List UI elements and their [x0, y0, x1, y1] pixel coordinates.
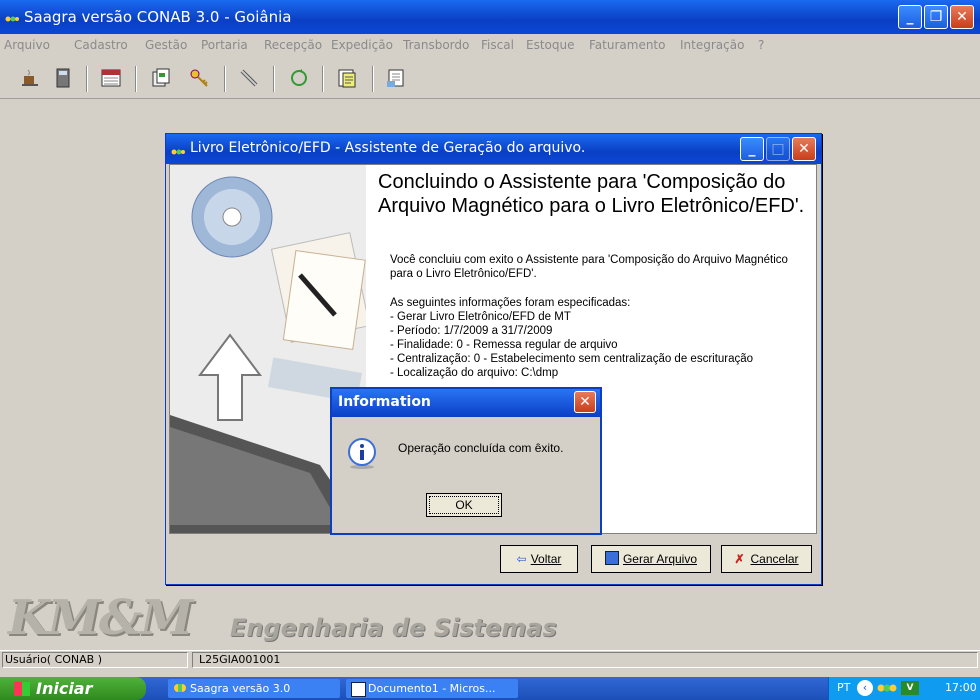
window-title: Saagra versão CONAB 3.0 - Goiânia	[24, 8, 292, 26]
status-code: L25GIA001001	[192, 652, 978, 668]
wizard-detail-5: - Localização do arquivo: C:\dmp	[390, 367, 559, 379]
information-title: Information	[338, 394, 431, 410]
logo-subtitle: Engenharia de Sistemas	[230, 614, 557, 642]
cancel-button[interactable]: ✗ Cancelar	[721, 545, 812, 573]
calendar-icon[interactable]	[100, 67, 122, 89]
minimize-button[interactable]: _	[898, 5, 922, 29]
menu-transbordo[interactable]: Transbordo	[403, 38, 469, 52]
task-documento[interactable]: Documento1 - Micros...	[346, 679, 518, 698]
floppy-disk-icon	[604, 551, 619, 565]
menu-gestao[interactable]: Gestão	[145, 38, 187, 52]
wizard-detail-2: - Período: 1/7/2009 a 31/7/2009	[390, 325, 553, 337]
menu-integracao[interactable]: Integração	[680, 38, 744, 52]
wizard-detail-1: - Gerar Livro Eletrônico/EFD de MT	[390, 311, 571, 323]
toolbar	[0, 56, 980, 99]
refresh-icon[interactable]	[288, 67, 310, 89]
arrow-left-icon: ⇦	[516, 552, 527, 566]
menu-bar: Arquivo Cadastro Gestão Portaria Recepçã…	[0, 34, 980, 56]
wizard-info-header: As seguintes informações foram especific…	[390, 297, 631, 309]
menu-cadastro[interactable]: Cadastro	[74, 38, 128, 52]
app-icon	[171, 145, 185, 155]
menu-estoque[interactable]: Estoque	[526, 38, 575, 52]
wizard-detail-3: - Finalidade: 0 - Remessa regular de arq…	[390, 339, 618, 351]
chevron-left-icon[interactable]: ‹	[857, 680, 873, 696]
status-bar: Usuário( CONAB ) L25GIA001001	[0, 650, 980, 669]
x-mark-icon: ✗	[734, 552, 745, 566]
wizard-heading: Concluindo o Assistente para 'Composição…	[378, 171, 805, 217]
antivirus-icon[interactable]: V	[901, 681, 919, 695]
report-icon[interactable]	[385, 67, 407, 89]
information-dialog: Information ✕ Operação concluída com êxi…	[330, 387, 602, 535]
main-titlebar: Saagra versão CONAB 3.0 - Goiânia _ ❐ ✕	[0, 0, 980, 34]
pencil-icon[interactable]	[238, 67, 260, 89]
app-icon	[174, 684, 186, 692]
close-button[interactable]: ✕	[950, 5, 974, 29]
menu-arquivo[interactable]: Arquivo	[4, 38, 50, 52]
menu-recepcao[interactable]: Recepção	[264, 38, 322, 52]
wizard-intro: Você concluiu com exito o Assistente par…	[390, 254, 788, 280]
menu-help[interactable]: ?	[758, 38, 764, 52]
information-close-button[interactable]: ✕	[574, 391, 596, 413]
ok-button[interactable]: OK	[426, 493, 502, 517]
documents-icon[interactable]	[150, 67, 172, 89]
task-saagra[interactable]: Saagra versão 3.0	[168, 679, 340, 698]
wizard-title: Livro Eletrônico/EFD - Assistente de Ger…	[190, 140, 586, 156]
language-indicator[interactable]: PT	[837, 681, 850, 694]
notes-icon[interactable]	[336, 67, 358, 89]
status-user: Usuário( CONAB )	[2, 652, 188, 668]
information-message: Operação concluída com êxito.	[398, 441, 564, 455]
menu-portaria[interactable]: Portaria	[201, 38, 248, 52]
menu-expedicao[interactable]: Expedição	[331, 38, 393, 52]
start-button[interactable]: Iniciar	[0, 677, 146, 700]
app-tray-icon[interactable]	[877, 682, 897, 694]
information-titlebar: Information ✕	[332, 389, 600, 417]
wizard-maximize-button: □	[766, 137, 790, 161]
system-tray: PT ‹ V 17:00	[828, 677, 980, 700]
clock: 17:00	[945, 681, 977, 694]
back-button[interactable]: ⇦ Voltar	[500, 545, 578, 573]
generate-file-button[interactable]: Gerar Arquivo	[591, 545, 711, 573]
taskbar: Iniciar Saagra versão 3.0 Documento1 - M…	[0, 677, 980, 700]
company-logo: KM&M Engenharia de Sistemas	[8, 590, 608, 646]
wizard-titlebar: Livro Eletrônico/EFD - Assistente de Ger…	[166, 134, 821, 164]
coffee-icon[interactable]	[19, 67, 41, 89]
menu-fiscal[interactable]: Fiscal	[481, 38, 514, 52]
app-icon	[5, 12, 19, 22]
wizard-minimize-button[interactable]: _	[740, 137, 764, 161]
word-document-icon	[351, 682, 366, 697]
restore-button[interactable]: ❐	[924, 5, 948, 29]
menu-faturamento[interactable]: Faturamento	[589, 38, 665, 52]
wizard-detail-4: - Centralização: 0 - Estabelecimento sem…	[390, 353, 754, 365]
calculator-icon[interactable]	[52, 67, 74, 89]
wizard-close-button[interactable]: ✕	[792, 137, 816, 161]
logo-brand: KM&M	[8, 590, 193, 646]
key-icon[interactable]	[188, 67, 210, 89]
info-icon	[346, 437, 378, 469]
windows-logo-icon	[14, 682, 30, 696]
